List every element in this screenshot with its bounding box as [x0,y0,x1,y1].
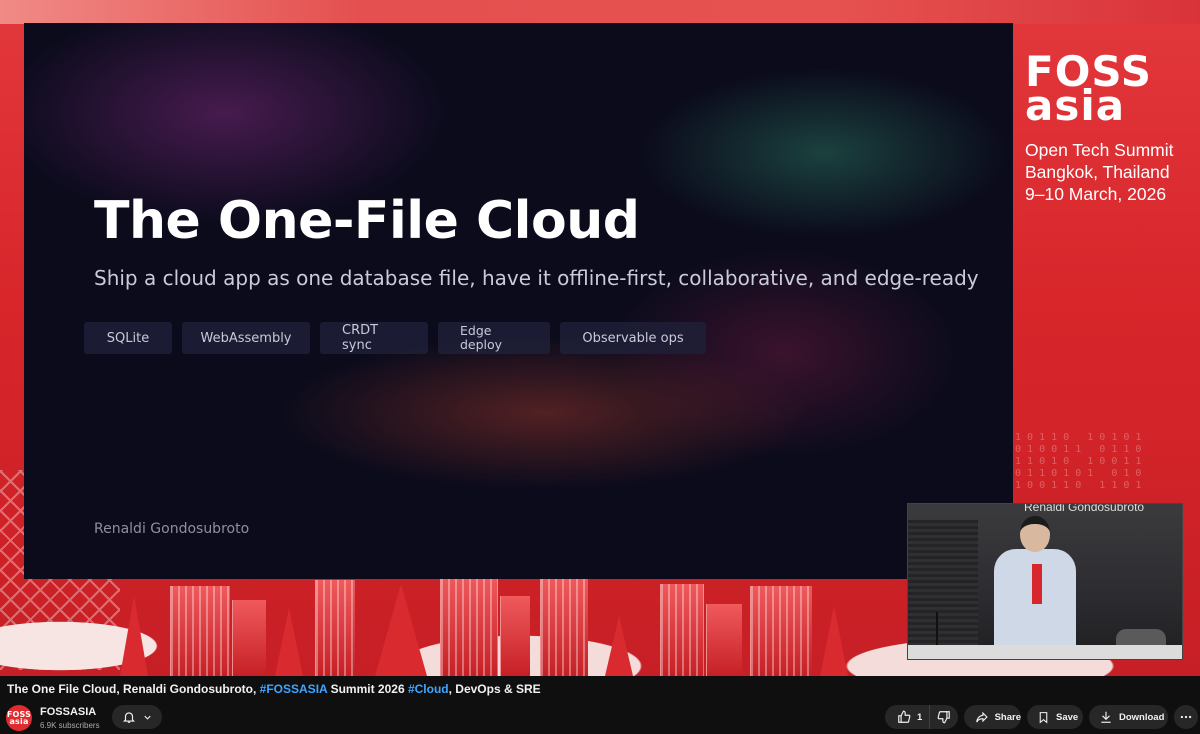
city-skyline-illustration [100,576,900,676]
tag-observable-ops: Observable ops [560,322,706,354]
slide-author: Renaldi Gondosubroto [94,521,250,537]
more-horizontal-icon [1180,715,1192,719]
share-icon [976,711,988,723]
download-button[interactable]: Download [1089,705,1168,729]
thumbs-up-icon [898,710,911,723]
event-branding: FOSS asia Open Tech Summit Bangkok, Thai… [1025,51,1195,205]
tag-edge-line2: deploy [460,337,503,352]
tag-webassembly: WebAssembly [182,322,310,354]
channel-action-row: FOSS asia FOSSASIA 6.9K subscribers 1 Sh… [0,700,1200,734]
channel-name[interactable]: FOSSASIA [40,706,96,718]
channel-avatar[interactable]: FOSS asia [6,705,32,731]
event-location: Bangkok, Thailand [1025,162,1170,182]
tag-edge-deploy: Edge deploy [438,322,550,354]
notification-bell-button[interactable] [112,705,162,729]
pip-speaker-name: Renaldi Gondosubroto [1024,503,1145,514]
video-player[interactable]: The One-File Cloud Ship a cloud app as o… [0,0,1200,676]
more-actions-button[interactable] [1174,705,1198,729]
dislike-button[interactable] [930,705,958,729]
decorative-binary: 1 0 1 1 0 1 0 1 0 1 0 1 0 0 1 1 0 1 1 0 … [1015,432,1142,491]
speaker-camera-inset: Renaldi Gondosubroto [907,503,1183,660]
stage-floor [908,645,1182,659]
tag-edge-line1: Edge [460,323,492,338]
download-icon [1101,711,1111,723]
subscriber-count: 6.9K subscribers [40,721,100,730]
event-dates: 9–10 March, 2026 [1025,184,1167,204]
tag-sqlite: SQLite [84,322,172,354]
hashtag-fossasia[interactable]: #FOSSASIA [260,682,328,696]
tag-crdt-sync: CRDT sync [320,322,428,354]
slide-subtitle: Ship a cloud app as one database file, h… [94,266,979,290]
share-label: Share [994,711,1021,723]
like-dislike-group: 1 [885,705,958,729]
thumbs-down-icon [937,711,950,724]
slide-tags: SQLite WebAssembly CRDT sync Edge deploy… [84,322,706,354]
share-button[interactable]: Share [964,705,1021,729]
video-title-part2: Summit 2026 [327,682,408,696]
avatar-logo-line2: asia [9,717,29,726]
video-title: The One File Cloud, Renaldi Gondosubroto… [7,682,541,696]
frame-top-glow [0,0,1200,24]
like-button[interactable]: 1 [885,705,930,729]
pip-background-wall [908,520,978,650]
video-title-part1: The One File Cloud, Renaldi Gondosubroto… [7,682,260,696]
like-count: 1 [917,711,923,723]
video-title-part3: , DevOps & SRE [448,682,541,696]
event-name: Open Tech Summit [1025,140,1174,160]
slide-title: The One-File Cloud [94,191,640,251]
speaker-lanyard [1032,564,1042,604]
fossasia-logo-line2: asia [1025,81,1126,130]
hashtag-cloud[interactable]: #Cloud [408,682,449,696]
download-label: Download [1119,711,1165,723]
save-button[interactable]: Save [1027,705,1083,729]
bookmark-icon [1039,711,1048,724]
speaker-head [1020,516,1050,552]
presentation-slide: The One-File Cloud Ship a cloud app as o… [24,23,1013,579]
save-label: Save [1056,711,1079,723]
chevron-down-icon [143,715,151,720]
bell-icon [122,712,135,723]
